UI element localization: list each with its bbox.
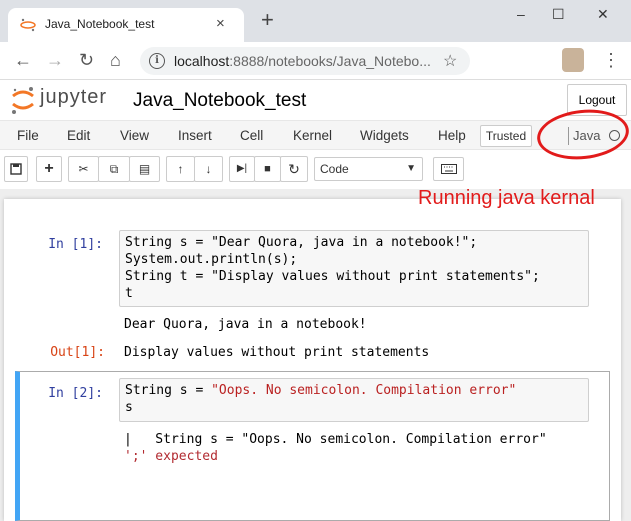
back-icon[interactable]: ←	[14, 50, 32, 70]
jupyter-logo-icon[interactable]	[10, 85, 36, 115]
cell-2-input-prompt: In [2]:	[48, 386, 103, 401]
insert-cell-icon[interactable]: +	[36, 156, 62, 182]
tab-title: Java_Notebook_test	[45, 17, 155, 31]
reload-icon[interactable]: ↻	[79, 50, 94, 70]
cell-1-stdout: Dear Quora, java in a notebook!	[124, 317, 367, 332]
notebook-name[interactable]: Java_Notebook_test	[133, 90, 306, 112]
address-url: localhost:8888/notebooks/Java_Notebo...	[174, 53, 431, 69]
copy-icon[interactable]: ⧉	[98, 156, 130, 182]
cell-1-output-prompt: Out[1]:	[50, 345, 105, 360]
profile-avatar[interactable]	[562, 48, 584, 72]
cut-icon[interactable]: ✂	[68, 156, 99, 182]
jupyter-favicon-icon	[20, 18, 36, 32]
chevron-down-icon: ▼	[406, 163, 416, 174]
browser-tab[interactable]: Java_Notebook_test ×	[8, 8, 244, 42]
address-bar[interactable]: i localhost:8888/notebooks/Java_Notebo..…	[140, 47, 470, 75]
close-window-button[interactable]: ✕	[597, 6, 609, 23]
menu-view[interactable]: View	[120, 128, 149, 143]
menu-cell[interactable]: Cell	[240, 128, 263, 143]
move-down-icon[interactable]: ↓	[194, 156, 223, 182]
cell-2-error-line: | String s = "Oops. No semicolon. Compil…	[124, 432, 547, 447]
annotation-text: Running java kernal	[418, 187, 595, 209]
browser-menu-icon[interactable]: ⋮	[602, 50, 620, 71]
run-icon[interactable]: ▶|	[229, 156, 255, 182]
interrupt-icon[interactable]: ■	[254, 156, 281, 182]
menu-file[interactable]: File	[17, 128, 39, 143]
menu-help[interactable]: Help	[438, 128, 466, 143]
menu-insert[interactable]: Insert	[178, 128, 212, 143]
cell-type-select[interactable]: Code ▼	[314, 157, 423, 181]
move-up-icon[interactable]: ↑	[166, 156, 195, 182]
home-icon[interactable]: ⌂	[110, 50, 121, 70]
minimize-button[interactable]: –	[517, 6, 525, 22]
cell-type-value: Code	[320, 162, 349, 176]
jupyter-logo-text: jupyter	[40, 86, 108, 108]
menu-edit[interactable]: Edit	[67, 128, 90, 143]
cell-2-code-input[interactable]: String s = "Oops. No semicolon. Compilat…	[119, 378, 589, 422]
cell-1-result: Display values without print statements	[124, 345, 430, 360]
maximize-button[interactable]: ☐	[552, 6, 565, 23]
save-icon[interactable]	[4, 156, 28, 182]
forward-icon[interactable]: →	[46, 50, 64, 70]
trusted-indicator[interactable]: Trusted	[480, 125, 532, 147]
browser-titlebar: Java_Notebook_test × + – ☐ ✕	[0, 0, 631, 42]
tab-close-icon[interactable]: ×	[216, 15, 225, 32]
menu-kernel[interactable]: Kernel	[293, 128, 332, 143]
keyboard-shortcuts-icon[interactable]	[433, 157, 464, 181]
restart-icon[interactable]: ↻	[280, 156, 308, 182]
cell-1-input-prompt: In [1]:	[48, 237, 103, 252]
cell-2-error-message: ';' expected	[124, 449, 218, 464]
jupyter-header: jupyter Java_Notebook_test	[0, 81, 631, 117]
paste-icon[interactable]: ▤	[129, 156, 160, 182]
cell-1-code-input[interactable]: String s = "Dear Quora, java in a notebo…	[119, 230, 589, 307]
bookmark-star-icon[interactable]: ☆	[443, 51, 457, 71]
browser-navbar: ← → ↻ ⌂ i localhost:8888/notebooks/Java_…	[0, 42, 631, 80]
new-tab-button[interactable]: +	[261, 9, 274, 31]
info-icon[interactable]: i	[149, 53, 165, 69]
menu-widgets[interactable]: Widgets	[360, 128, 409, 143]
